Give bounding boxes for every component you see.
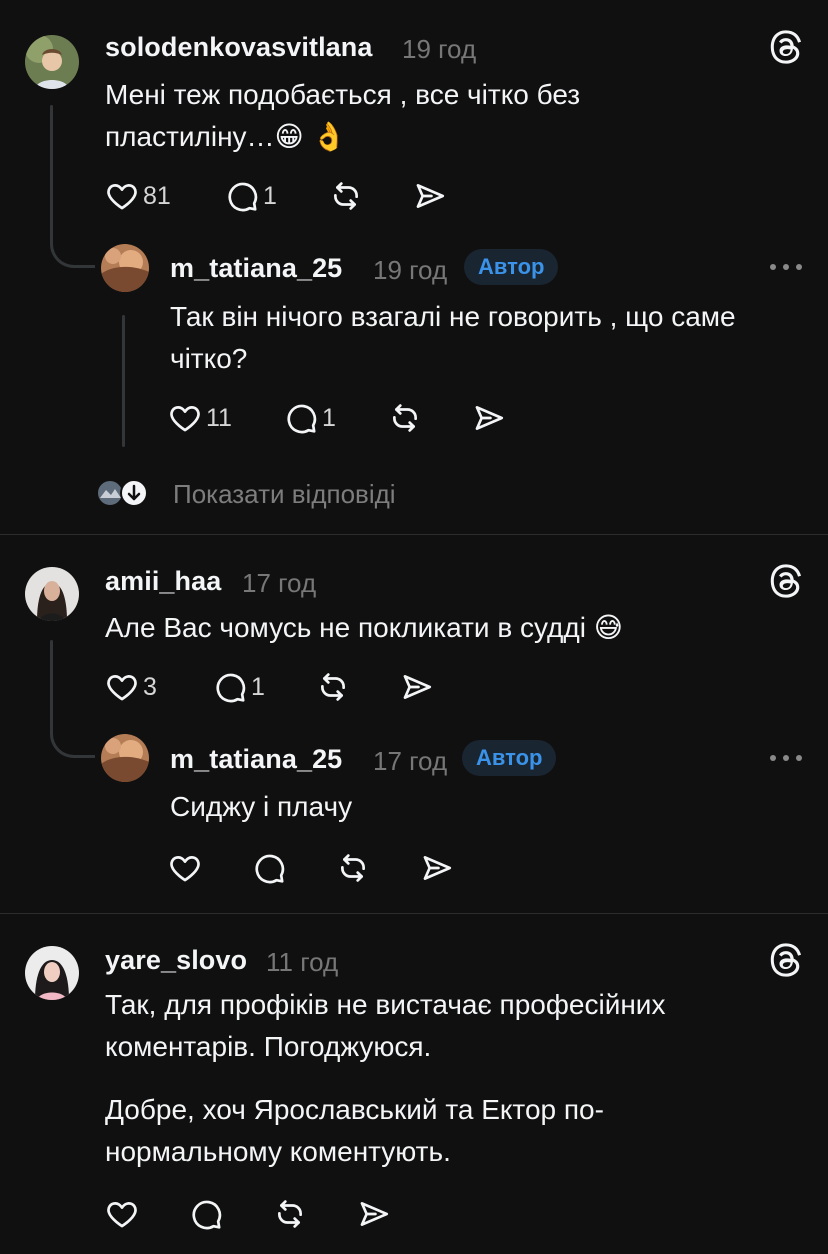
threads-logo-icon[interactable]	[767, 28, 805, 66]
share-button[interactable]	[357, 1194, 391, 1234]
reply-button[interactable]	[189, 1194, 223, 1234]
like-count: 11	[206, 403, 232, 432]
reply-button[interactable]: 1	[284, 398, 336, 438]
heart-icon	[105, 1197, 139, 1231]
repost-icon	[273, 1197, 307, 1231]
share-button[interactable]	[400, 667, 434, 707]
show-replies-link[interactable]: Показати відповіді	[173, 479, 396, 510]
comment-text: Але Вас чомусь не покликати в судді 😅	[105, 612, 623, 643]
comment-actions	[105, 1194, 465, 1234]
comment-icon	[213, 670, 247, 704]
divider	[0, 534, 828, 535]
share-icon	[413, 179, 447, 213]
repost-button[interactable]	[388, 398, 422, 438]
like-button[interactable]: 11	[168, 398, 232, 438]
reply-actions	[168, 848, 528, 888]
comment-text: Так, для профіків не вистачає професійни…	[105, 989, 666, 1062]
thread-connector	[50, 700, 95, 758]
reply-actions: 11 1	[168, 398, 528, 438]
comment-icon	[225, 179, 259, 213]
comment-text: Мені теж подобається , все чітко без пла…	[105, 79, 581, 152]
share-button[interactable]	[413, 176, 447, 216]
share-icon	[400, 670, 434, 704]
reply-text: Сиджу і плачу	[170, 791, 353, 822]
heart-icon	[105, 670, 139, 704]
more-options-icon[interactable]	[768, 753, 804, 763]
like-button[interactable]	[105, 1194, 139, 1234]
comment-username[interactable]: yare_slovo	[105, 945, 247, 976]
like-count: 81	[143, 181, 171, 210]
repost-button[interactable]	[316, 667, 350, 707]
like-button[interactable]: 81	[105, 176, 171, 216]
comment-username[interactable]: solodenkovasvitlana	[105, 32, 373, 63]
reply-time: 17 год	[373, 746, 448, 776]
comment-time: 19 год	[402, 34, 477, 64]
share-button[interactable]	[472, 398, 506, 438]
reply-username[interactable]: m_tatiana_25	[170, 253, 342, 284]
reply-button[interactable]: 1	[213, 667, 265, 707]
comment-icon	[252, 851, 286, 885]
repost-button[interactable]	[329, 176, 363, 216]
repost-icon	[336, 851, 370, 885]
reply-time: 19 год	[373, 255, 448, 285]
repost-icon	[329, 179, 363, 213]
thread-connector	[50, 210, 95, 268]
comment-username[interactable]: amii_haa	[105, 566, 221, 597]
reply-count: 1	[251, 672, 265, 701]
avatar[interactable]	[25, 35, 79, 89]
reply-button[interactable]	[252, 848, 286, 888]
repost-icon	[388, 401, 422, 435]
like-count: 3	[143, 672, 157, 701]
divider	[0, 913, 828, 914]
reply-text: Так він нічого взагалі не говорить , що …	[170, 301, 736, 374]
comment-actions: 3 1	[105, 667, 465, 707]
comment-text: Добре, хоч Ярославський та Ектор по-норм…	[105, 1094, 604, 1167]
comment-time: 17 год	[242, 568, 317, 598]
reply-username[interactable]: m_tatiana_25	[170, 744, 342, 775]
thread-line	[122, 315, 125, 447]
like-button[interactable]	[168, 848, 202, 888]
heart-icon	[168, 401, 202, 435]
share-icon	[420, 851, 454, 885]
share-button[interactable]	[420, 848, 454, 888]
comment-time: 11 год	[266, 947, 339, 977]
avatar[interactable]	[25, 946, 79, 1000]
threads-logo-icon[interactable]	[767, 562, 805, 600]
thread-line	[50, 105, 53, 220]
repost-button[interactable]	[273, 1194, 307, 1234]
comment-actions: 81 1	[105, 176, 465, 216]
author-badge: Автор	[462, 740, 557, 776]
author-badge: Автор	[464, 249, 559, 285]
threads-logo-icon[interactable]	[767, 941, 805, 979]
reply-button[interactable]: 1	[225, 176, 277, 216]
heart-icon	[105, 179, 139, 213]
comment-icon	[189, 1197, 223, 1231]
share-icon	[472, 401, 506, 435]
share-icon	[357, 1197, 391, 1231]
repost-icon	[316, 670, 350, 704]
reply-count: 1	[322, 403, 336, 432]
more-options-icon[interactable]	[768, 262, 804, 272]
avatar[interactable]	[25, 567, 79, 621]
reply-avatar[interactable]	[101, 244, 149, 292]
reply-avatars-icon[interactable]	[96, 478, 150, 508]
comment-icon	[284, 401, 318, 435]
like-button[interactable]: 3	[105, 667, 157, 707]
heart-icon	[168, 851, 202, 885]
reply-count: 1	[263, 181, 277, 210]
repost-button[interactable]	[336, 848, 370, 888]
reply-avatar[interactable]	[101, 734, 149, 782]
